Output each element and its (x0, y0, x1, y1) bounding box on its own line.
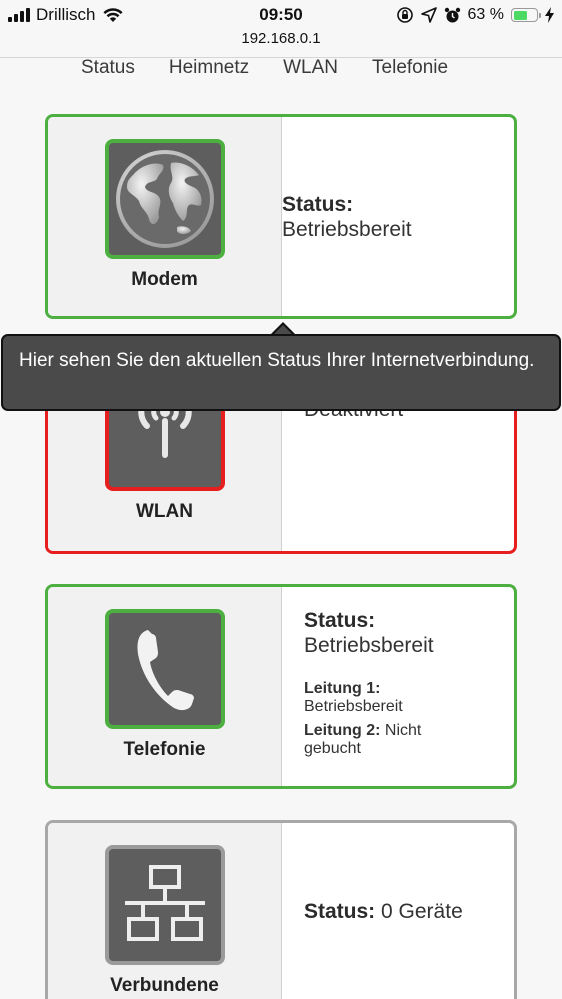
line-1-value: Betriebsbereit (304, 698, 403, 715)
telefonie-status-title: Status: (304, 609, 376, 632)
line-2-info: Leitung 2: Nicht gebucht (304, 722, 454, 758)
devices-status-title: Status: (304, 900, 376, 923)
devices-card[interactable]: Verbundene Status: 0 Geräte (45, 820, 517, 999)
battery-fill (513, 10, 528, 20)
devices-status: Status: 0 Geräte (304, 899, 514, 924)
location-icon (420, 7, 437, 23)
status-left: Drillisch (8, 5, 124, 25)
alarm-icon (444, 7, 460, 22)
nav-status[interactable]: Status (64, 56, 152, 80)
network-icon (124, 865, 205, 941)
devices-icon-box[interactable] (104, 845, 225, 965)
charging-icon (545, 7, 554, 23)
telefonie-icon-box[interactable] (104, 609, 225, 729)
status-tooltip: Hier sehen Sie den aktuellen Status Ihre… (1, 334, 561, 411)
telefonie-status-panel: Status: Betriebsbereit Leitung 1: Betrie… (282, 587, 514, 786)
devices-card-icon-panel: Verbundene (48, 823, 282, 999)
signal-icon (8, 8, 30, 22)
modem-label: Modem (131, 269, 198, 290)
globe-icon (115, 150, 214, 248)
wifi-icon (102, 8, 123, 22)
battery-percentage: 63 % (467, 6, 504, 23)
telefonie-status-value: Betriebsbereit (304, 634, 434, 657)
rotation-lock-icon (396, 7, 413, 23)
battery-icon (511, 8, 541, 22)
wlan-label: WLAN (136, 501, 193, 522)
line-1-info: Leitung 1: Betriebsbereit (304, 680, 514, 716)
telefonie-label: Telefonie (123, 739, 206, 760)
devices-status-panel: Status: 0 Geräte (282, 823, 514, 999)
modem-status-panel: Status: Betriebsbereit (282, 117, 514, 316)
phone-handset-icon (136, 630, 194, 711)
telefonie-card[interactable]: Telefonie Status: Betriebsbereit Leitung… (45, 584, 517, 789)
devices-status-value: 0 Geräte (381, 900, 463, 923)
line-1-label: Leitung 1: (304, 680, 381, 697)
nav-telefonie[interactable]: Telefonie (355, 56, 465, 80)
telefonie-card-icon-panel: Telefonie (48, 587, 282, 786)
nav-heimnetz[interactable]: Heimnetz (152, 56, 266, 80)
nav-wlan[interactable]: WLAN (266, 56, 355, 80)
modem-status-title: Status: (282, 193, 354, 216)
top-navigation: Status Heimnetz WLAN Telefonie (64, 56, 465, 80)
line-2-label: Leitung 2: (304, 722, 381, 739)
modem-card-icon-panel: Modem (48, 117, 282, 316)
url-bar[interactable]: 192.168.0.1 (0, 30, 562, 54)
tooltip-text: Hier sehen Sie den aktuellen Status Ihre… (19, 350, 535, 371)
ios-status-bar: Drillisch 09:50 63 % (0, 0, 562, 32)
modem-card[interactable]: Modem Status: Betriebsbereit (45, 114, 517, 319)
carrier-name: Drillisch (36, 5, 96, 24)
modem-status-value: Betriebsbereit (282, 218, 412, 241)
status-right: 63 % (396, 6, 554, 24)
devices-label: Verbundene (110, 975, 219, 996)
modem-icon-box[interactable] (104, 139, 225, 259)
